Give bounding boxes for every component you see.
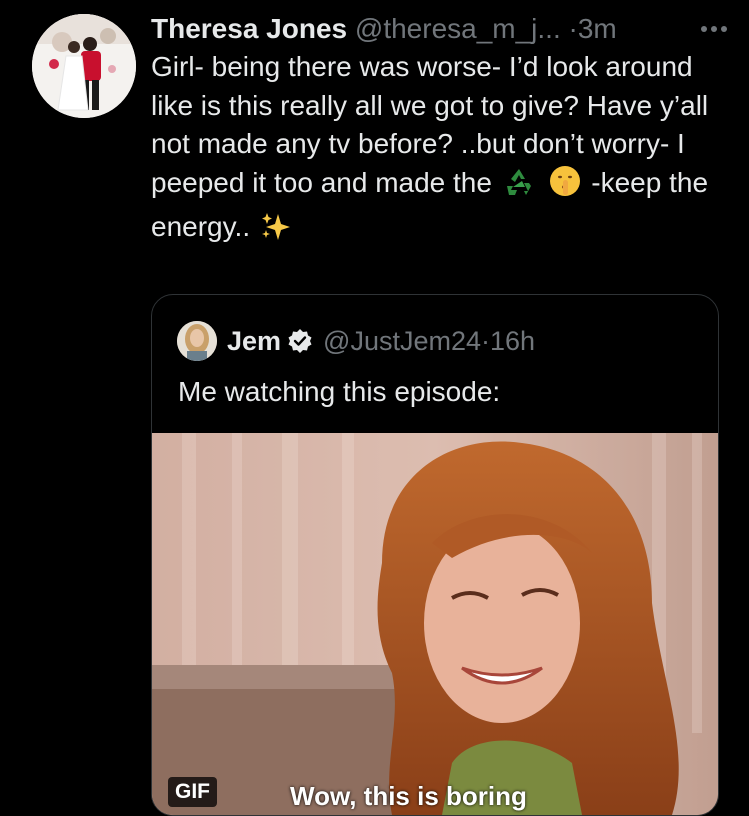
gif-badge: GIF bbox=[168, 777, 217, 807]
separator-dot: · bbox=[481, 325, 491, 356]
quoted-tweet[interactable]: Jem @JustJem24 · 16h Me watching this epis… bbox=[151, 294, 719, 816]
gif-media[interactable]: GIF Wow, this is boring bbox=[152, 433, 718, 815]
recycle-icon bbox=[506, 168, 531, 195]
verified-badge-icon bbox=[287, 328, 313, 354]
recycle-emoji-icon bbox=[502, 166, 536, 209]
gif-caption: Wow, this is boring bbox=[290, 781, 527, 811]
more-horizontal-icon[interactable] bbox=[697, 10, 731, 48]
quoted-author-name[interactable]: Jem bbox=[227, 326, 281, 357]
tweet-time[interactable]: 3m bbox=[578, 13, 617, 44]
separator-dot: · bbox=[568, 13, 578, 44]
sparkles-icon bbox=[261, 213, 290, 240]
author-name[interactable]: Theresa Jones bbox=[151, 13, 347, 44]
tweet-text: Girl- being there was worse- I’d look ar… bbox=[151, 48, 731, 253]
shushing-face-icon bbox=[549, 165, 580, 196]
shushing-face-emoji-icon bbox=[548, 164, 582, 209]
quoted-author-avatar[interactable] bbox=[177, 321, 217, 361]
quoted-tweet-text: Me watching this episode: bbox=[178, 376, 501, 407]
quoted-author-handle[interactable]: @JustJem24 bbox=[323, 326, 481, 357]
sparkles-emoji-icon bbox=[260, 210, 292, 253]
avatar-image bbox=[32, 14, 136, 118]
author-avatar[interactable] bbox=[32, 14, 136, 118]
author-handle[interactable]: @theresa_m_j... bbox=[355, 13, 561, 44]
quoted-tweet-time[interactable]: 16h bbox=[490, 326, 535, 357]
tweet[interactable]: Theresa Jones @theresa_m_j... ·3m Girl- … bbox=[0, 0, 749, 816]
tweet-header: Theresa Jones @theresa_m_j... ·3m bbox=[151, 10, 731, 48]
quoted-tweet-header: Jem @JustJem24 · 16h bbox=[177, 321, 535, 361]
gif-frame-image bbox=[152, 433, 718, 815]
